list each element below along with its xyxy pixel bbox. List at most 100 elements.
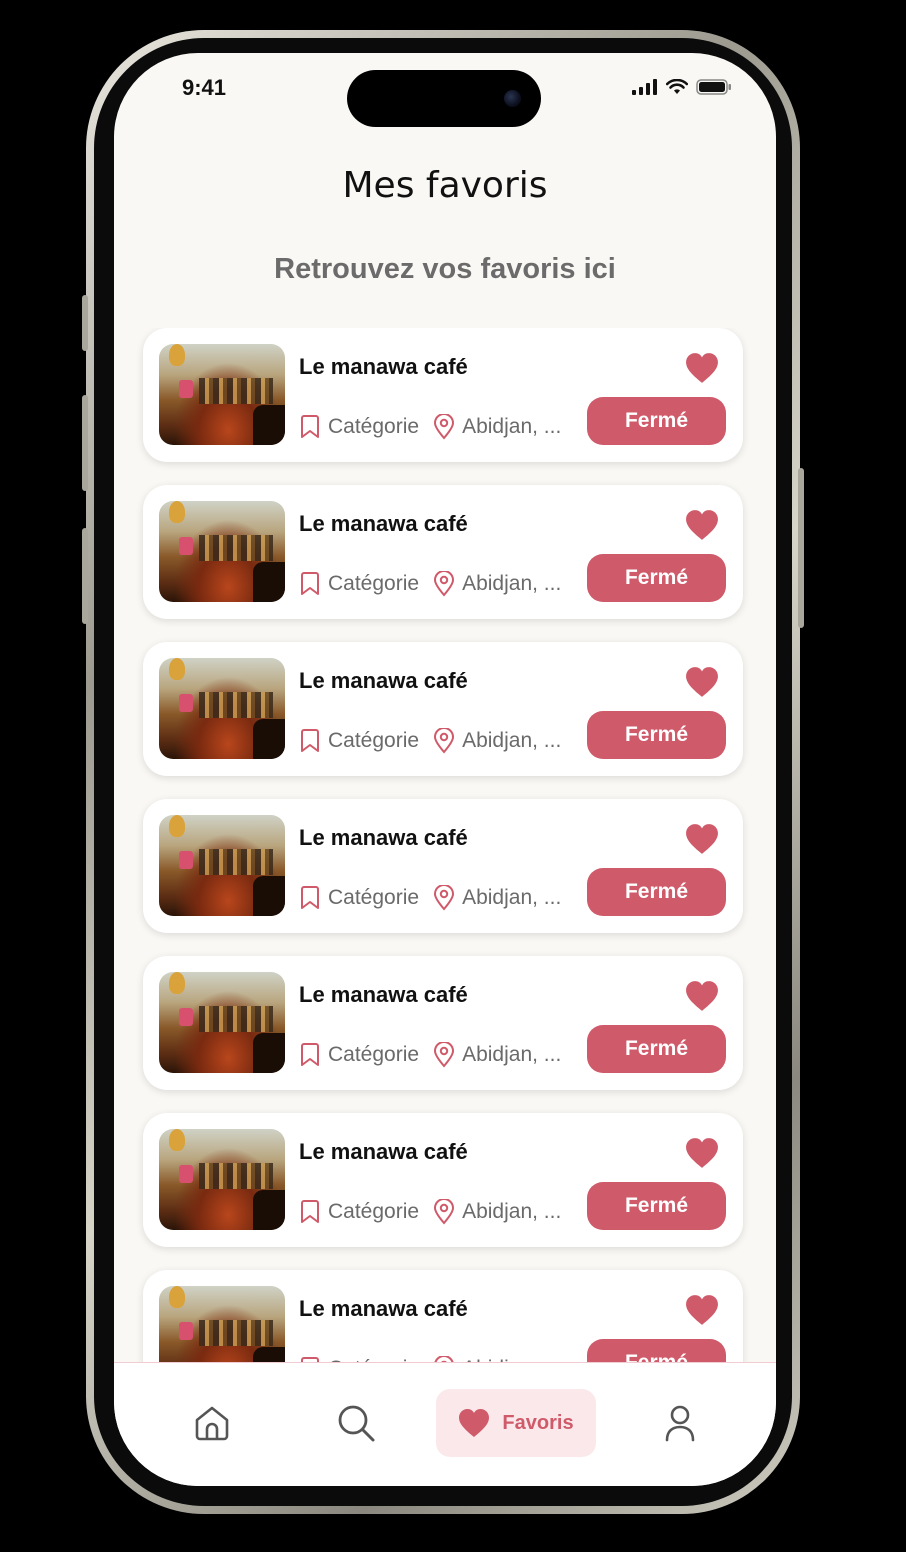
category-label: Catégorie [328,729,420,752]
search-icon [338,1405,375,1442]
category-label: Catégorie [328,886,420,909]
bookmark-icon [301,572,319,595]
location-label: Abidjan, ... [462,415,562,438]
location-item: Abidjan, ... [433,728,561,754]
category-item: Catégorie [299,886,419,910]
cafe-name: Le manawa café [299,982,468,1007]
cafe-name: Le manawa café [299,1139,468,1164]
cafe-name: Le manawa café [299,354,468,379]
location-pin-icon [434,1199,455,1225]
location-pin-icon [434,885,455,911]
category-item: Catégorie [299,729,419,753]
favorite-heart-button[interactable] [685,666,719,698]
location-pin-icon [434,571,455,597]
signal-icon [632,79,657,95]
wifi-icon [666,79,688,94]
heart-icon [686,1295,718,1325]
location-label: Abidjan, ... [462,572,562,595]
tab-search[interactable] [318,1389,394,1457]
action-button [82,295,88,351]
cafe-thumbnail [159,1286,285,1363]
favorite-card[interactable]: Le manawa café Catégorie Abidjan, ... Fe [143,956,743,1090]
bookmark-icon [301,1200,319,1223]
status-time: 9:41 [182,75,227,100]
category-item: Catégorie [299,1043,419,1067]
status-button[interactable]: Fermé [587,1339,726,1363]
heart-icon [686,981,718,1011]
location-label: Abidjan, ... [462,886,562,909]
favorite-heart-button[interactable] [685,352,719,384]
bookmark-icon [301,415,319,438]
location-item: Abidjan, ... [433,1199,561,1225]
location-pin-icon [434,728,455,754]
location-label: Abidjan, ... [462,1043,562,1066]
category-label: Catégorie [328,572,420,595]
bookmark-icon [301,729,319,752]
heart-icon [686,667,718,697]
power-button [798,468,804,628]
bookmark-icon [301,1043,319,1066]
favorite-heart-button[interactable] [685,1137,719,1169]
card-meta: Catégorie Abidjan, ... [299,885,575,911]
heart-icon [686,1138,718,1168]
camera-icon [504,90,521,107]
favorite-heart-button[interactable] [685,823,719,855]
card-meta: Catégorie Abidjan, ... [299,1199,575,1225]
status-button[interactable]: Fermé [587,554,726,602]
cafe-name: Le manawa café [299,825,468,850]
battery-icon [696,79,731,95]
bottom-tab-bar: Favoris [114,1362,776,1486]
status-button[interactable]: Fermé [587,868,726,916]
tab-favoris-label: Favoris [502,1411,574,1434]
favorite-card[interactable]: Le manawa café Catégorie Abidjan, ... Fe [143,1113,743,1247]
heart-icon [686,353,718,383]
favorite-heart-button[interactable] [685,1294,719,1326]
category-label: Catégorie [328,415,420,438]
tab-favoris[interactable]: Favoris [436,1389,596,1457]
tab-home[interactable] [174,1389,250,1457]
location-item: Abidjan, ... [433,414,561,440]
volume-down-button [82,528,88,624]
status-button[interactable]: Fermé [587,1025,726,1073]
heart-icon [686,824,718,854]
volume-up-button [82,395,88,491]
category-item: Catégorie [299,415,419,439]
cafe-thumbnail [159,658,285,759]
favorite-card[interactable]: Le manawa café Catégorie Abidjan, ... Fe [143,485,743,619]
favorite-card[interactable]: Le manawa café Catégorie Abidjan, ... Fe [143,799,743,933]
location-item: Abidjan, ... [433,571,561,597]
category-label: Catégorie [328,1200,420,1223]
home-icon [195,1406,229,1441]
cafe-thumbnail [159,344,285,445]
favorite-heart-button[interactable] [685,509,719,541]
status-button[interactable]: Fermé [587,1182,726,1230]
category-label: Catégorie [328,1043,420,1066]
favorite-heart-button[interactable] [685,980,719,1012]
location-item: Abidjan, ... [433,1042,561,1068]
cafe-name: Le manawa café [299,511,468,536]
page-subtitle: Retrouvez vos favoris ici [274,253,616,285]
card-meta: Catégorie Abidjan, ... [299,414,575,440]
app-screen: 9:41 Mes favoris Retrouvez vos favoris i… [114,53,776,1486]
status-button[interactable]: Fermé [587,397,726,445]
favorite-card[interactable]: Le manawa café Catégorie Abidjan, ... Fe [143,328,743,462]
status-button[interactable]: Fermé [587,711,726,759]
favorite-card[interactable]: Le manawa café Catégorie Abidjan, ... Fe [143,642,743,776]
card-meta: Catégorie Abidjan, ... [299,571,575,597]
location-pin-icon [434,414,455,440]
favorite-card[interactable]: Le manawa café Catégorie Abidjan, ... Fe [143,1270,743,1363]
category-item: Catégorie [299,572,419,596]
cafe-thumbnail [159,501,285,602]
bookmark-icon [301,886,319,909]
location-pin-icon [434,1042,455,1068]
favorites-list[interactable]: Le manawa café Catégorie Abidjan, ... Fe [114,328,776,1363]
category-item: Catégorie [299,1200,419,1224]
card-meta: Catégorie Abidjan, ... [299,728,575,754]
user-icon [665,1405,695,1442]
location-item: Abidjan, ... [433,885,561,911]
status-icons [632,79,732,95]
page-title: Mes favoris [342,165,548,206]
heart-icon [459,1409,490,1437]
cafe-thumbnail [159,815,285,916]
tab-profile[interactable] [642,1389,718,1457]
